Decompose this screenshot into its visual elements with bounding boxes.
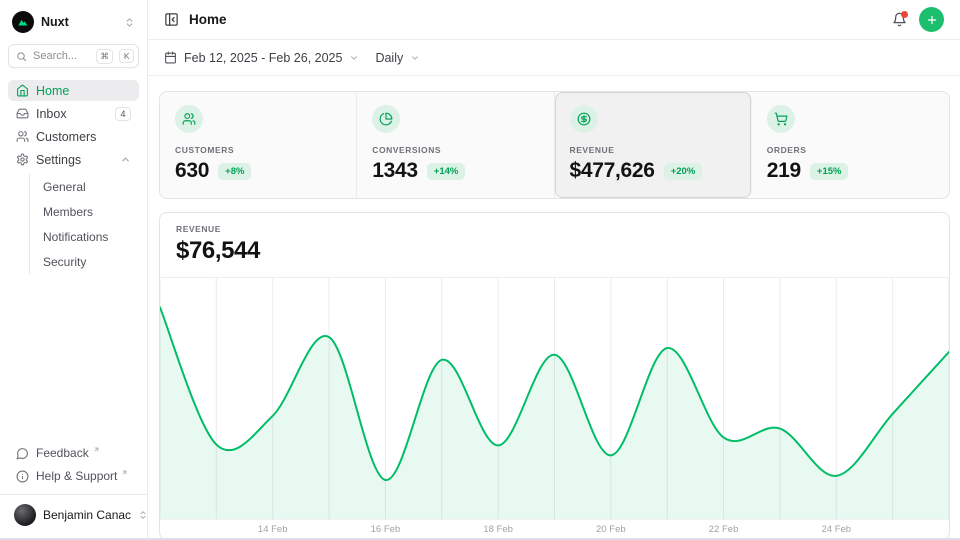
sidebar-nav: Home Inbox 4 Customers Settings Genera: [8, 80, 139, 274]
stat-value: $477,626: [570, 159, 655, 183]
sidebar-item-label: Inbox: [36, 107, 108, 121]
revenue-chart-card: REVENUE $76,544 14 Feb 16 Feb 18 Feb 20 Feb…: [159, 212, 950, 540]
date-range-picker[interactable]: Feb 12, 2025 - Feb 26, 2025: [164, 51, 359, 65]
revenue-chart-svg: [160, 278, 949, 519]
search-icon: [16, 51, 27, 62]
chevron-down-icon: [349, 53, 359, 63]
x-tick-label: 14 Feb: [258, 524, 288, 535]
stat-label: REVENUE: [570, 145, 736, 155]
granularity-select[interactable]: Daily: [375, 51, 420, 65]
x-tick-label: 18 Feb: [483, 524, 513, 535]
sidebar-item-inbox[interactable]: Inbox 4: [8, 103, 139, 124]
circle-dollar-icon: [570, 105, 598, 133]
stat-customers[interactable]: CUSTOMERS 630 +8%: [160, 92, 357, 198]
notification-dot: [901, 11, 908, 18]
shopping-cart-icon: [767, 105, 795, 133]
page-header: Home: [148, 0, 960, 40]
chart-header: REVENUE $76,544: [160, 213, 949, 278]
stat-value: 219: [767, 159, 801, 183]
page-title: Home: [189, 12, 227, 27]
main-area: Home Feb 12, 2025 - Feb 26, 2025 Daily: [148, 0, 960, 540]
panel-collapse-icon[interactable]: [164, 12, 179, 27]
add-button[interactable]: [919, 7, 944, 32]
settings-subnav: General Members Notifications Security: [29, 174, 139, 274]
stat-value: 1343: [372, 159, 418, 183]
feedback-link[interactable]: Feedback: [8, 443, 139, 463]
help-support-link[interactable]: Help & Support: [8, 466, 139, 486]
chart-value: $76,544: [176, 237, 933, 265]
user-menu[interactable]: Benjamin Canac: [8, 495, 139, 532]
pie-chart-icon: [372, 105, 400, 133]
sidebar-item-home[interactable]: Home: [8, 80, 139, 101]
plus-icon: [926, 14, 938, 26]
calendar-icon: [164, 51, 177, 64]
sidebar-spacer: [8, 274, 139, 443]
stat-delta-badge: +8%: [218, 163, 251, 180]
date-range-value: Feb 12, 2025 - Feb 26, 2025: [184, 51, 342, 65]
kbd-k: K: [119, 49, 134, 63]
sidebar-item-members[interactable]: Members: [30, 199, 139, 224]
stat-label: CONVERSIONS: [372, 145, 538, 155]
inbox-icon: [16, 107, 29, 120]
workspace-name: Nuxt: [41, 15, 117, 29]
chevrons-up-down-icon: [138, 510, 148, 520]
sidebar-item-general[interactable]: General: [30, 174, 139, 199]
kbd-meta: ⌘: [96, 49, 114, 64]
x-axis-ticks: 14 Feb 16 Feb 18 Feb 20 Feb 22 Feb 24 Feb: [160, 519, 949, 539]
help-support-label: Help & Support: [36, 469, 117, 483]
chevrons-up-down-icon: [124, 17, 135, 28]
x-tick-label: 16 Feb: [371, 524, 401, 535]
info-circle-icon: [16, 470, 29, 483]
inbox-count-badge: 4: [115, 107, 131, 121]
stat-delta-badge: +14%: [427, 163, 466, 180]
external-link-icon: [121, 469, 128, 476]
stat-revenue[interactable]: REVENUE $477,626 +20%: [555, 92, 752, 198]
feedback-label: Feedback: [36, 446, 89, 460]
chart-label: REVENUE: [176, 224, 933, 234]
revenue-area-chart[interactable]: [160, 278, 949, 519]
sidebar-item-label: Customers: [36, 130, 131, 144]
home-icon: [16, 84, 29, 97]
sidebar-item-security[interactable]: Security: [30, 249, 139, 274]
sidebar-item-label: Home: [36, 84, 131, 98]
sidebar-footer-links: Feedback Help & Support: [8, 443, 139, 494]
sidebar-item-notifications[interactable]: Notifications: [30, 224, 139, 249]
sidebar-item-customers[interactable]: Customers: [8, 126, 139, 147]
stats-card: CUSTOMERS 630 +8% CONVERSIONS 1343 +14%: [159, 91, 950, 199]
external-link-icon: [93, 446, 100, 453]
notifications-button[interactable]: [892, 12, 907, 27]
sidebar-item-settings[interactable]: Settings: [8, 149, 139, 170]
x-tick-label: 20 Feb: [596, 524, 626, 535]
stat-delta-badge: +20%: [664, 163, 703, 180]
filters-toolbar: Feb 12, 2025 - Feb 26, 2025 Daily: [148, 40, 960, 76]
sidebar-item-label: Settings: [36, 153, 113, 167]
search-input[interactable]: Search... ⌘ K: [8, 44, 139, 68]
workspace-switcher[interactable]: Nuxt: [8, 8, 139, 44]
stat-label: ORDERS: [767, 145, 934, 155]
x-tick-label: 24 Feb: [821, 524, 851, 535]
sidebar: Nuxt Search... ⌘ K Home Inbox 4: [0, 0, 148, 540]
stat-delta-badge: +15%: [810, 163, 849, 180]
avatar: [14, 504, 36, 526]
stat-value: 630: [175, 159, 209, 183]
x-tick-label: 22 Feb: [709, 524, 739, 535]
search-placeholder: Search...: [33, 50, 90, 62]
users-icon: [175, 105, 203, 133]
content: CUSTOMERS 630 +8% CONVERSIONS 1343 +14%: [148, 76, 960, 540]
chevron-up-icon: [120, 154, 131, 165]
stat-conversions[interactable]: CONVERSIONS 1343 +14%: [357, 92, 554, 198]
gear-icon: [16, 153, 29, 166]
users-icon: [16, 130, 29, 143]
chevron-down-icon: [410, 53, 420, 63]
nuxt-logo-icon: [12, 11, 34, 33]
stat-label: CUSTOMERS: [175, 145, 341, 155]
stat-orders[interactable]: ORDERS 219 +15%: [752, 92, 949, 198]
message-bubble-icon: [16, 447, 29, 460]
granularity-value: Daily: [375, 51, 403, 65]
user-name: Benjamin Canac: [43, 508, 131, 522]
